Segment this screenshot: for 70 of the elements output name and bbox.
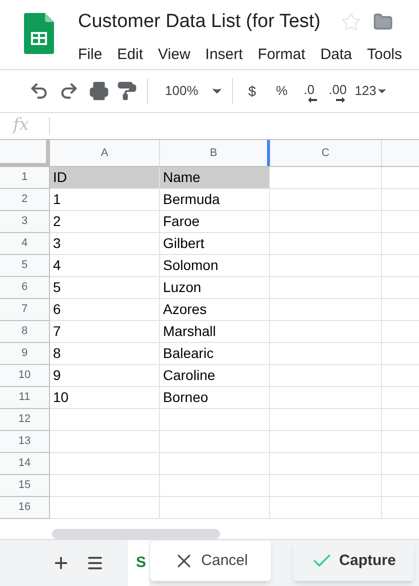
row-header[interactable]: 12 — [0, 409, 50, 431]
table-cell: Faroe — [160, 211, 270, 233]
menu-item[interactable]: File — [78, 44, 102, 66]
row-header[interactable]: 13 — [0, 431, 50, 453]
decrease-decimals-button[interactable]: .0 — [302, 79, 317, 103]
menu-item[interactable]: Format — [258, 44, 306, 66]
zoom-dropdown[interactable]: 100% — [165, 81, 224, 101]
folder-icon[interactable] — [372, 12, 393, 32]
capture-button[interactable]: Capture — [293, 541, 414, 581]
menu-item[interactable]: Data — [320, 44, 352, 66]
table-cell: 7 — [50, 321, 160, 343]
table-cell: Caroline — [160, 365, 270, 387]
add-sheet-icon[interactable] — [52, 554, 70, 572]
menu-item[interactable]: View — [158, 44, 190, 66]
table-cell: Marshall — [160, 321, 270, 343]
horizontal-scrollbar[interactable] — [52, 529, 220, 539]
column-header[interactable]: C — [270, 140, 382, 166]
table-cell: Luzon — [160, 277, 270, 299]
menu-item[interactable]: Edit — [117, 44, 144, 66]
undo-icon[interactable] — [29, 81, 49, 101]
column-header[interactable]: A — [50, 140, 160, 166]
table-cell: 4 — [50, 255, 160, 277]
row-header[interactable]: 14 — [0, 453, 50, 475]
table-cell: 5 — [50, 277, 160, 299]
row-header[interactable]: 1 — [0, 167, 50, 189]
row-header[interactable]: 7 — [0, 299, 50, 321]
table-cell: Bermuda — [160, 189, 270, 211]
sheet-tab[interactable]: S — [128, 540, 149, 586]
currency-format-button[interactable]: $ — [248, 80, 256, 102]
document-title[interactable]: Customer Data List (for Test) — [78, 8, 321, 36]
sheet-list-icon[interactable] — [86, 554, 104, 572]
table-cell: 3 — [50, 233, 160, 255]
table-cell: Name — [160, 167, 270, 189]
menu-item[interactable]: Insert — [205, 44, 243, 66]
row-header[interactable]: 6 — [0, 277, 50, 299]
table-cell: 8 — [50, 343, 160, 365]
increase-decimals-button[interactable]: .00 — [328, 79, 347, 103]
print-icon[interactable] — [89, 81, 109, 101]
menu-item[interactable]: Tools — [367, 44, 402, 66]
table-cell: 10 — [50, 387, 160, 409]
cancel-button[interactable]: Cancel — [150, 541, 271, 581]
function-label: fx — [13, 114, 30, 138]
paint-format-icon[interactable] — [117, 81, 137, 101]
right-arrow-icon — [336, 97, 346, 103]
table-cell: 9 — [50, 365, 160, 387]
table-cell: ID — [50, 167, 160, 189]
redo-icon[interactable] — [59, 81, 79, 101]
row-header[interactable]: 9 — [0, 343, 50, 365]
table-cell: Balearic — [160, 343, 270, 365]
row-header[interactable]: 8 — [0, 321, 50, 343]
table-cell: Solomon — [160, 255, 270, 277]
table-cell: Gilbert — [160, 233, 270, 255]
table-cell: 2 — [50, 211, 160, 233]
row-header[interactable]: 15 — [0, 475, 50, 497]
table-cell: 1 — [50, 189, 160, 211]
star-icon[interactable] — [340, 12, 361, 32]
percent-format-button[interactable]: % — [276, 81, 288, 101]
more-formats-dropdown[interactable]: 123 — [354, 81, 388, 101]
row-header[interactable]: 2 — [0, 189, 50, 211]
left-arrow-icon — [308, 97, 317, 103]
row-header[interactable]: 4 — [0, 233, 50, 255]
row-header[interactable]: 10 — [0, 365, 50, 387]
row-header[interactable]: 3 — [0, 211, 50, 233]
table-cell: Borneo — [160, 387, 270, 409]
row-header[interactable]: 5 — [0, 255, 50, 277]
table-cell: Azores — [160, 299, 270, 321]
row-header[interactable]: 16 — [0, 497, 50, 519]
spreadsheet-logo-icon — [24, 13, 54, 54]
table-cell: 6 — [50, 299, 160, 321]
row-header[interactable]: 11 — [0, 387, 50, 409]
